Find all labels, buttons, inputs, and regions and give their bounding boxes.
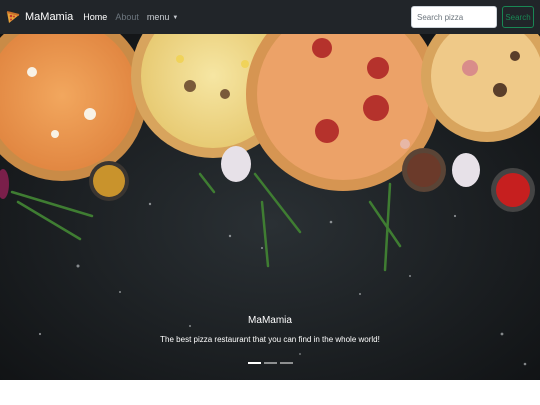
carousel-indicator-3[interactable]	[279, 362, 293, 364]
caption-text: The best pizza restaurant that you can f…	[160, 335, 380, 344]
brand-link[interactable]: MaMamia	[6, 10, 73, 24]
search-input[interactable]	[411, 6, 497, 28]
caret-down-icon: ▼	[172, 14, 179, 21]
nav-dropdown-menu[interactable]: menu ▼	[147, 12, 178, 22]
carousel-indicator-2[interactable]	[263, 362, 277, 364]
pizza-slice-icon	[6, 11, 20, 23]
nav-link-home[interactable]: Home	[83, 12, 107, 22]
carousel-indicator-1[interactable]	[247, 362, 261, 364]
search-button[interactable]: Search	[502, 6, 534, 28]
caption-title: MaMamia	[248, 315, 292, 326]
brand-name: MaMamia	[25, 11, 74, 23]
pizza-hero-image	[0, 34, 540, 380]
nav-dropdown-label: menu	[146, 12, 170, 22]
nav-link-about[interactable]: About	[115, 12, 139, 22]
nav-links: Home About menu ▼	[83, 12, 186, 22]
hero-carousel: MaMamia The best pizza restaurant that y…	[0, 34, 540, 380]
navbar: MaMamia Home About menu ▼ Search	[0, 0, 540, 34]
carousel-indicators	[0, 362, 540, 364]
